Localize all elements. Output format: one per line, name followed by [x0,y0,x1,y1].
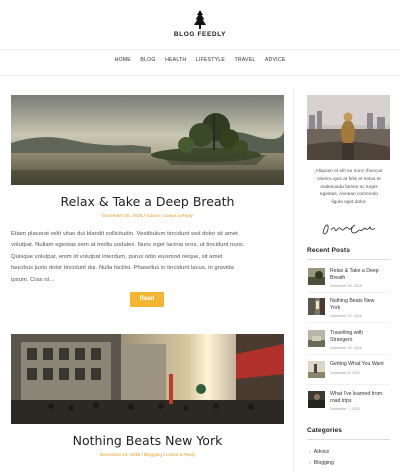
recent-post-date: December 8, 2018 [330,371,360,375]
excerpt-line: ipsum. Cras id… [11,276,55,283]
nav-item-home[interactable]: HOME [115,57,131,63]
post-date[interactable]: December 25, 2018 [102,213,142,218]
site-header: BLOG FEEDLY [0,0,400,50]
post-meta: December 23, 2018 / Blogging / Leave a R… [99,452,196,457]
nav-item-advice[interactable]: ADVICE [265,57,286,63]
post-meta: December 25, 2018 / Advice / Leave a Rep… [102,213,193,218]
recent-post-thumbnail[interactable] [308,268,325,285]
excerpt-line: Quisque volutpat, enim id volutpat inter… [11,253,223,260]
heading-rule [307,259,390,260]
recent-post-item[interactable]: What I've learned from road trips Decemb… [307,391,390,419]
column-divider [293,88,294,473]
recent-post-title[interactable]: Nothing Beats New York [330,298,392,312]
main-nav: HOME BLOG HEALTH LIFESTYLE TRAVEL ADVICE [0,57,400,63]
site-logo[interactable]: BLOG FEEDLY [0,10,400,38]
category-item[interactable]: › Advice [309,449,329,455]
recent-post-date: December 18, 2018 [330,346,362,350]
nav-divider [0,75,400,76]
post-category[interactable]: Blogging [144,452,162,457]
nav-item-blog[interactable]: BLOG [140,57,155,63]
recent-post-thumbnail[interactable] [308,330,325,347]
post-title[interactable]: Nothing Beats New York [11,433,284,448]
post-title[interactable]: Relax & Take a Deep Breath [11,194,284,209]
list-divider [307,292,390,293]
nav-item-lifestyle[interactable]: LIFESTYLE [196,57,225,63]
about-image [307,95,390,160]
recent-post-thumbnail[interactable] [308,361,325,378]
recent-post-thumbnail[interactable] [308,391,325,408]
excerpt-line: volutpat. Nullam egestas sem at mollis s… [11,242,245,249]
post-excerpt: Etiam placerat velit vitae dui blandit s… [11,229,284,286]
nav-item-travel[interactable]: TRAVEL [234,57,255,63]
recent-post-thumbnail[interactable] [308,298,325,315]
categories-heading: Categories [307,427,343,434]
recent-post-date: December 25, 2018 [330,284,362,288]
recent-post-title[interactable]: Getting What You Want [330,361,392,368]
pine-tree-icon [194,10,206,29]
post-date[interactable]: December 23, 2018 [100,452,140,457]
post-reply-link[interactable]: Leave a Reply [164,213,193,218]
post-featured-image[interactable] [11,334,284,424]
recent-post-title[interactable]: Relax & Take a Deep Breath [330,268,392,282]
list-divider [307,354,390,355]
excerpt-line: Etiam placerat velit vitae dui blandit s… [11,231,238,237]
recent-post-title[interactable]: What I've learned from road trips [330,391,392,405]
list-divider [307,322,390,323]
author-signature [307,221,390,242]
site-name: BLOG FEEDLY [173,31,227,38]
read-more-button[interactable]: Read [130,292,164,307]
recent-post-title[interactable]: Travelling with Strangers [330,330,392,344]
post-featured-image[interactable] [11,95,284,185]
post-reply-link[interactable]: Leave a Reply [166,452,195,457]
recent-posts-heading: Recent Posts [307,247,350,254]
category-item[interactable]: › Blogging [309,460,334,466]
about-text: Aliquam et elit eu nunc rhoncus viverra … [315,169,383,206]
heading-rule [307,439,390,440]
recent-post-date: December 23, 2018 [330,314,362,318]
excerpt-line: faucibus justo dolor tincidunt dui. Null… [11,265,234,272]
list-divider [307,384,390,385]
recent-post-date: December 7, 2018 [330,407,360,411]
post-category[interactable]: Advice [146,213,160,218]
nav-item-health[interactable]: HEALTH [165,57,186,63]
